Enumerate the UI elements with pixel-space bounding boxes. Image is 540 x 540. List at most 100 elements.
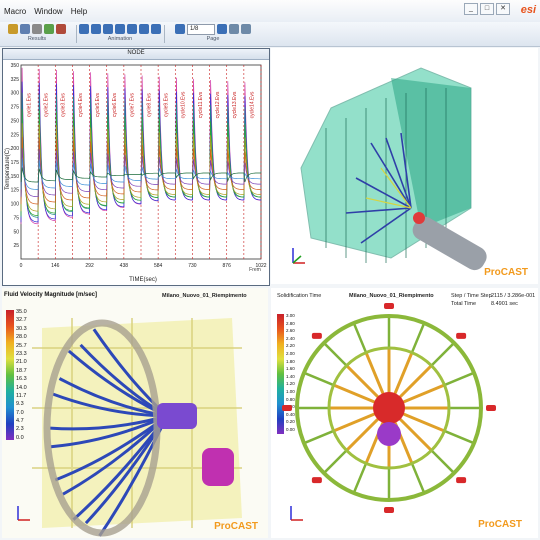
step-forward-icon[interactable] xyxy=(139,24,149,34)
x-tick-label: 584 xyxy=(154,263,163,269)
velocity-render xyxy=(17,318,242,537)
maximize-button[interactable]: □ xyxy=(480,3,494,15)
outer-spoke xyxy=(352,322,368,354)
outer-spoke xyxy=(303,371,335,387)
cycle-label: cycle14.Evs xyxy=(249,91,255,118)
cycle-label: cycle13.Evs xyxy=(232,91,238,118)
fluid-velocity-view[interactable]: Fluid Velocity Magnitude [m/sec] Milano_… xyxy=(2,288,268,538)
grid-icon[interactable] xyxy=(241,24,251,34)
menu-macro[interactable]: Macro xyxy=(0,7,30,16)
outer-spoke xyxy=(410,462,426,494)
animation-label: Animation xyxy=(107,36,133,42)
y-tick-label: 125 xyxy=(11,188,20,194)
procast-logo: ProCAST xyxy=(214,521,258,532)
overflow-pad xyxy=(311,477,322,484)
outer-spoke xyxy=(323,449,348,474)
open-results-icon[interactable] xyxy=(8,24,18,34)
layout-icon[interactable] xyxy=(229,24,239,34)
last-frame-icon[interactable] xyxy=(151,24,161,34)
toolbar-divider xyxy=(76,25,77,43)
axis-triad xyxy=(17,506,30,521)
prev-page-icon[interactable] xyxy=(175,24,185,34)
cycle-label: cycle3.Evs xyxy=(61,93,67,117)
menu-help[interactable]: Help xyxy=(67,7,91,16)
cycle-label: cycle10.Evs xyxy=(181,91,187,118)
temperature-chart-panel[interactable]: NODE cycle1.Evs cycle2.Evs cycle3.Evs cycle… xyxy=(2,48,270,286)
x-tick-label: 146 xyxy=(51,263,60,269)
y-tick-label: 225 xyxy=(11,132,20,138)
overflow-pad xyxy=(456,332,467,339)
cycle-label: cycle11.Evs xyxy=(198,91,204,118)
y-tick-label: 100 xyxy=(11,202,20,208)
outer-spoke xyxy=(352,462,368,494)
corner-label: Frem xyxy=(249,267,261,273)
y-tick-label: 200 xyxy=(11,146,20,152)
close-button[interactable]: ✕ xyxy=(496,3,510,15)
y-tick-label: 325 xyxy=(11,77,20,83)
cycle-label: cycle9.Evs xyxy=(164,93,170,117)
cycle-label: cycle7.Evs xyxy=(129,93,135,117)
save-icon[interactable] xyxy=(32,24,42,34)
export-icon[interactable] xyxy=(56,24,66,34)
page-label: Page xyxy=(206,36,220,42)
y-axis-label: Temperature(C) xyxy=(5,148,11,190)
overflow-pad xyxy=(384,507,394,513)
outer-spoke xyxy=(303,429,335,445)
axis-triad xyxy=(290,506,303,521)
cycle-label: cycle4.Evs xyxy=(78,93,84,117)
chart-title: NODE xyxy=(127,50,145,56)
overflow-pad xyxy=(282,405,292,411)
next-page-icon[interactable] xyxy=(217,24,227,34)
x-tick-label: 730 xyxy=(188,263,197,269)
solidification-view[interactable]: Solidification Time Milano_Nuovo_01_Riem… xyxy=(271,288,538,538)
gate-point xyxy=(413,212,425,224)
outer-spoke xyxy=(443,429,475,445)
x-tick-label: 0 xyxy=(20,263,23,269)
cycle-label: cycle2.Evs xyxy=(44,93,50,117)
y-tick-label: 275 xyxy=(11,105,20,111)
play-icon[interactable] xyxy=(127,24,137,34)
toolbar-divider xyxy=(164,25,165,43)
x-tick-label: 292 xyxy=(85,263,94,269)
refresh-icon[interactable] xyxy=(44,24,54,34)
biscuit xyxy=(157,403,197,429)
y-tick-label: 300 xyxy=(11,91,20,97)
x-tick-label: 876 xyxy=(223,263,232,269)
procast-logo: ProCAST xyxy=(484,267,528,278)
shot-cylinder xyxy=(202,448,234,486)
cycle-label: cycle5.Evs xyxy=(95,93,101,117)
stop-icon[interactable] xyxy=(115,24,125,34)
menu-bar: Macro Window Help _ □ ✕ esi xyxy=(0,0,540,23)
outer-spoke xyxy=(430,449,455,474)
axis-triad xyxy=(292,248,305,264)
cycle-label: cycle1.Evs xyxy=(26,93,32,117)
page-group: 1/8 Page xyxy=(168,24,258,44)
menu-window[interactable]: Window xyxy=(30,7,66,16)
outer-spoke xyxy=(410,322,426,354)
step-back-icon[interactable] xyxy=(91,24,101,34)
play-reverse-icon[interactable] xyxy=(103,24,113,34)
y-tick-label: 350 xyxy=(11,63,20,69)
toolbar: Results Animation 1/8 Page xyxy=(0,22,540,47)
overflow-pad xyxy=(384,303,394,309)
results-group: Results xyxy=(2,24,72,44)
x-tick-label: 438 xyxy=(120,263,129,269)
mold-3d-view[interactable]: ProCAST xyxy=(271,48,538,284)
first-frame-icon[interactable] xyxy=(79,24,89,34)
outer-spoke xyxy=(430,342,455,367)
results-label: Results xyxy=(27,36,47,42)
temperature-chart: cycle1.Evs cycle2.Evs cycle3.Evs cycle4.Evs… xyxy=(5,63,267,283)
y-tick-label: 75 xyxy=(13,215,19,221)
page-input[interactable]: 1/8 xyxy=(187,24,215,35)
overflow-pad xyxy=(486,405,496,411)
animation-group: Animation xyxy=(79,24,161,44)
procast-logo: ProCAST xyxy=(478,519,522,530)
y-tick-label: 50 xyxy=(13,229,19,235)
cycle-label: cycle8.Evs xyxy=(146,93,152,117)
minimize-button[interactable]: _ xyxy=(464,3,478,15)
load-icon[interactable] xyxy=(20,24,30,34)
outer-spoke xyxy=(323,342,348,367)
x-axis-label: TIME(sec) xyxy=(129,277,157,283)
esi-logo: esi xyxy=(520,4,536,16)
y-tick-label: 150 xyxy=(11,174,20,180)
